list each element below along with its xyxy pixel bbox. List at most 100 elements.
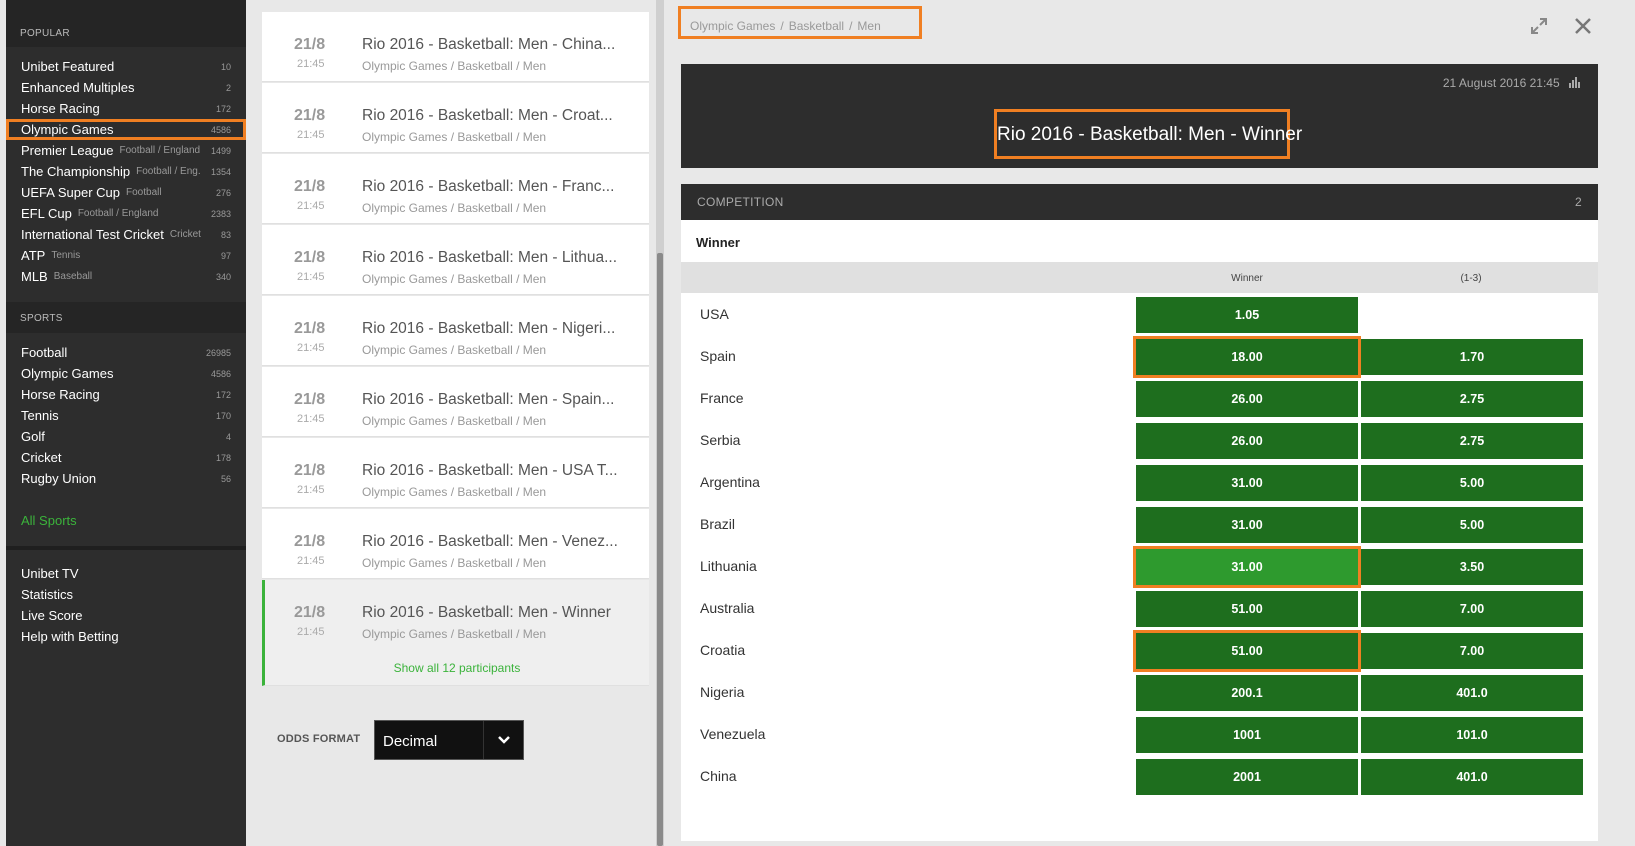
- event-item[interactable]: 21/8 21:45 Rio 2016 - Basketball: Men - …: [262, 509, 649, 579]
- sidebar-item-count: 83: [220, 230, 231, 240]
- odds-button-top3[interactable]: 3.50: [1361, 549, 1583, 585]
- sidebar-item-sub: Football / Eng.: [136, 166, 201, 177]
- odds-button-top3[interactable]: 101.0: [1361, 717, 1583, 753]
- sidebar-item-unibet-tv[interactable]: Unibet TV: [6, 563, 246, 584]
- sidebar-item-tennis[interactable]: Tennis 170: [6, 405, 246, 426]
- sidebar-item-live-score[interactable]: Live Score: [6, 605, 246, 626]
- event-item-active[interactable]: 21/8 21:45 Rio 2016 - Basketball: Men - …: [262, 580, 649, 686]
- odds-button-top3[interactable]: 5.00: [1361, 507, 1583, 543]
- event-path: Olympic Games / Basketball / Men: [362, 485, 547, 499]
- event-title: Rio 2016 - Basketball: Men - Spain...: [362, 391, 615, 408]
- sidebar-item-statistics[interactable]: Statistics: [6, 584, 246, 605]
- close-icon[interactable]: [1572, 15, 1594, 37]
- odds-button-winner[interactable]: 1.05: [1136, 297, 1358, 333]
- sidebar-item-horse-racing[interactable]: Horse Racing 172: [6, 98, 246, 119]
- event-date: 21/8: [294, 107, 326, 124]
- sidebar-item-olympic-games[interactable]: Olympic Games 4586: [6, 119, 246, 140]
- odds-button-winner[interactable]: 2001: [1136, 759, 1358, 795]
- odds-button-top3[interactable]: 7.00: [1361, 591, 1583, 627]
- sidebar-item-label: Tennis: [21, 408, 59, 423]
- event-item[interactable]: 21/8 21:45 Rio 2016 - Basketball: Men - …: [262, 12, 649, 82]
- odds-format-select[interactable]: Decimal: [374, 720, 524, 760]
- statistics-icon[interactable]: [1569, 77, 1580, 91]
- sidebar-item-label: The Championship: [21, 164, 131, 179]
- sidebar-item-football[interactable]: Football 26985: [6, 342, 246, 363]
- event-item[interactable]: 21/8 21:45 Rio 2016 - Basketball: Men - …: [262, 225, 649, 295]
- competition-bar: COMPETITION 2: [681, 184, 1598, 220]
- column-header-winner: Winner: [1231, 273, 1263, 284]
- sidebar-item-count: 4586: [210, 125, 231, 135]
- table-row: USA 1.05: [681, 291, 1598, 335]
- table-row: Nigeria 200.1 401.0: [681, 669, 1598, 713]
- odds-button-top3[interactable]: 2.75: [1361, 423, 1583, 459]
- odds-button-top3[interactable]: 401.0: [1361, 675, 1583, 711]
- odds-button-winner[interactable]: 31.00: [1136, 465, 1358, 501]
- sidebar-item-cricket[interactable]: Cricket 178: [6, 447, 246, 468]
- sidebar-item-label: Golf: [21, 429, 45, 444]
- odds-button-winner[interactable]: 51.00: [1136, 591, 1358, 627]
- odds-button-top3[interactable]: 2.75: [1361, 381, 1583, 417]
- event-item[interactable]: 21/8 21:45 Rio 2016 - Basketball: Men - …: [262, 296, 649, 366]
- odds-button-winner[interactable]: 31.00: [1136, 507, 1358, 543]
- event-date: 21/8: [294, 36, 326, 53]
- odds-button-top3[interactable]: 7.00: [1361, 633, 1583, 669]
- sidebar-item-mlb[interactable]: MLB Baseball 340: [6, 266, 246, 287]
- sidebar-item-rugby-union[interactable]: Rugby Union 56: [6, 468, 246, 489]
- sidebar-item-count: 2383: [210, 209, 231, 219]
- sidebar-item-premier-league[interactable]: Premier League Football / England 1499: [6, 140, 246, 161]
- sidebar-item-label: Live Score: [21, 608, 83, 623]
- sidebar-item-label: Olympic Games: [21, 122, 114, 137]
- odds-button-top3[interactable]: 401.0: [1361, 759, 1583, 795]
- sidebar-item-the-championship[interactable]: The Championship Football / Eng. 1354: [6, 161, 246, 182]
- odds-button-winner-selected[interactable]: 31.00: [1133, 546, 1361, 588]
- sidebar-item-unibet-featured[interactable]: Unibet Featured 10: [6, 56, 246, 77]
- expand-icon[interactable]: [1530, 17, 1548, 35]
- odds-button-winner[interactable]: 51.00: [1133, 630, 1361, 672]
- odds-button-top3[interactable]: 1.70: [1361, 339, 1583, 375]
- sidebar-item-efl-cup[interactable]: EFL Cup Football / England 2383: [6, 203, 246, 224]
- odds-format-value: Decimal: [383, 733, 438, 750]
- sidebar-item-label: MLB: [21, 269, 48, 284]
- sidebar-item-help-with-betting[interactable]: Help with Betting: [6, 626, 246, 647]
- sidebar-item-international-test-cricket[interactable]: International Test Cricket Cricket 83: [6, 224, 246, 245]
- participant-name: France: [700, 390, 744, 406]
- all-sports-link[interactable]: All Sports: [21, 513, 77, 528]
- sidebar-item-horse-racing-sport[interactable]: Horse Racing 172: [6, 384, 246, 405]
- breadcrumb-item[interactable]: Olympic Games: [690, 19, 775, 33]
- odds-button-winner[interactable]: 26.00: [1136, 423, 1358, 459]
- event-path: Olympic Games / Basketball / Men: [362, 272, 547, 286]
- competition-label: COMPETITION: [697, 195, 784, 209]
- event-time: 21:45: [297, 555, 325, 567]
- scrollbar-thumb[interactable]: [657, 253, 663, 846]
- popular-header: POPULAR: [6, 0, 246, 47]
- odds-button-winner[interactable]: 200.1: [1136, 675, 1358, 711]
- sidebar-item-label: Statistics: [21, 587, 74, 602]
- sidebar-item-olympic-games-sport[interactable]: Olympic Games 4586: [6, 363, 246, 384]
- event-item[interactable]: 21/8 21:45 Rio 2016 - Basketball: Men - …: [262, 367, 649, 437]
- sidebar-item-count: 1354: [210, 167, 231, 177]
- odds-button-winner[interactable]: 26.00: [1136, 381, 1358, 417]
- breadcrumb-item[interactable]: Men: [857, 19, 880, 33]
- sidebar-item-count: 172: [215, 104, 231, 114]
- market-title: Winner: [696, 235, 740, 250]
- odds-button-winner[interactable]: 1001: [1136, 717, 1358, 753]
- sidebar-item-uefa-super-cup[interactable]: UEFA Super Cup Football 276: [6, 182, 246, 203]
- event-item[interactable]: 21/8 21:45 Rio 2016 - Basketball: Men - …: [262, 438, 649, 508]
- table-row: Argentina 31.00 5.00: [681, 459, 1598, 503]
- event-item[interactable]: 21/8 21:45 Rio 2016 - Basketball: Men - …: [262, 83, 649, 153]
- event-item[interactable]: 21/8 21:45 Rio 2016 - Basketball: Men - …: [262, 154, 649, 224]
- event-path: Olympic Games / Basketball / Men: [362, 343, 547, 357]
- event-time: 21:45: [297, 626, 325, 638]
- sidebar-item-golf[interactable]: Golf 4: [6, 426, 246, 447]
- sidebar-item-enhanced-multiples[interactable]: Enhanced Multiples 2: [6, 77, 246, 98]
- event-time: 21:45: [297, 271, 325, 283]
- event-title: Rio 2016 - Basketball: Men - Venez...: [362, 533, 618, 550]
- sidebar-item-count: 2: [225, 83, 231, 93]
- odds-button-winner[interactable]: 18.00: [1133, 336, 1361, 378]
- odds-button-top3[interactable]: 5.00: [1361, 465, 1583, 501]
- show-all-participants-link[interactable]: Show all 12 participants: [265, 661, 649, 675]
- odds-format-label: ODDS FORMAT: [277, 733, 361, 745]
- sidebar-item-atp[interactable]: ATP Tennis 97: [6, 245, 246, 266]
- sidebar: POPULAR Unibet Featured 10 Enhanced Multi…: [6, 0, 246, 846]
- breadcrumb-item[interactable]: Basketball: [789, 19, 844, 33]
